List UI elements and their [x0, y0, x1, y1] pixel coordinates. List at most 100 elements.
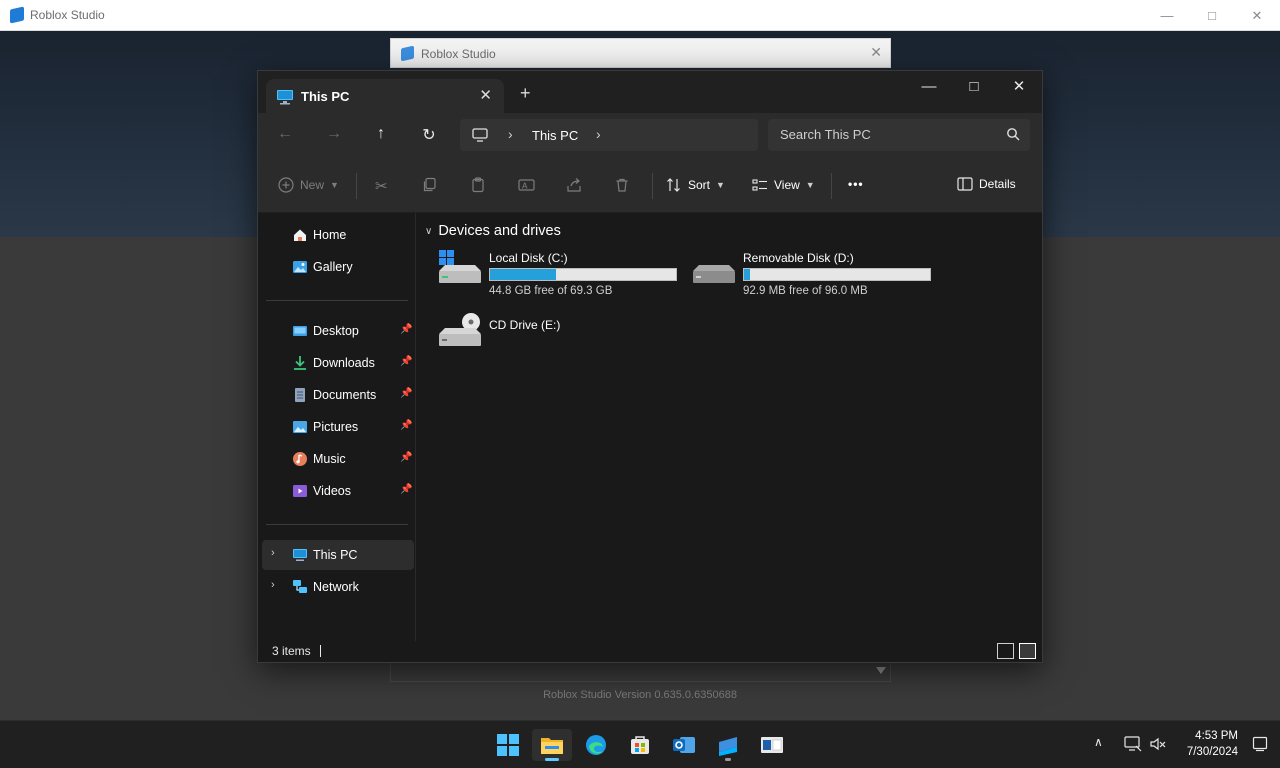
details-view-toggle[interactable] — [997, 643, 1014, 659]
outlook-icon — [673, 737, 695, 753]
devices-and-drives-header[interactable]: ∨ Devices and drives — [425, 223, 561, 239]
details-pane-icon — [957, 177, 973, 191]
view-button[interactable]: View ▼ — [752, 177, 815, 193]
dropdown-arrow-icon[interactable] — [876, 667, 886, 674]
delete-icon[interactable] — [614, 177, 630, 193]
network-status-icon[interactable] — [1124, 736, 1142, 752]
item-count: 3 items — [272, 644, 311, 658]
studio-titlebar: Roblox Studio — □ ✕ — [0, 0, 1280, 31]
show-hidden-icons-chevron-icon[interactable]: ∧ — [1094, 735, 1103, 749]
studio-version-text: Roblox Studio Version 0.635.0.6350688 — [543, 689, 737, 701]
taskbar-clock-time[interactable]: 4:53 PM — [1180, 730, 1238, 742]
home-icon — [294, 229, 306, 241]
desktop-folder-icon — [293, 326, 307, 336]
group-header-label: Devices and drives — [438, 223, 561, 239]
taskbar-roblox-app[interactable] — [752, 729, 792, 761]
refresh-icon[interactable]: ↻ — [417, 125, 441, 147]
explorer-maximize-button[interactable]: □ — [951, 71, 997, 101]
taskbar-roblox-studio[interactable] — [708, 729, 748, 761]
studio-close-button[interactable]: ✕ — [1234, 0, 1280, 31]
sidebar-divider — [266, 300, 408, 301]
search-input[interactable] — [780, 127, 980, 142]
explorer-minimize-button[interactable]: — — [906, 71, 952, 101]
drive-item-e[interactable]: CD Drive (E:) — [437, 312, 687, 362]
drive-capacity-bar — [489, 268, 677, 281]
explorer-close-button[interactable]: ✕ — [996, 71, 1042, 101]
share-icon[interactable] — [566, 177, 582, 193]
chevron-right-icon[interactable]: › — [271, 579, 275, 591]
search-box[interactable] — [768, 119, 1030, 151]
taskbar-file-explorer[interactable] — [532, 729, 572, 761]
this-pc-icon — [293, 549, 307, 561]
breadcrumb-chevron-icon[interactable]: › — [508, 126, 513, 142]
taskbar-clock-date[interactable]: 7/30/2024 — [1174, 746, 1238, 758]
sidebar-item-videos[interactable]: Videos 📌 — [262, 476, 414, 506]
pin-icon[interactable]: 📌 — [400, 484, 412, 495]
cut-icon[interactable]: ✂ — [375, 177, 388, 195]
pin-icon[interactable]: 📌 — [400, 452, 412, 463]
splash-close-button[interactable]: ✕ — [870, 44, 882, 61]
start-button[interactable] — [488, 729, 528, 761]
sidebar-item-pictures[interactable]: Pictures 📌 — [262, 412, 414, 442]
toolbar-divider — [356, 173, 357, 199]
search-icon — [1007, 128, 1020, 141]
drive-item-d[interactable]: Removable Disk (D:) 92.9 MB free of 96.0… — [691, 249, 941, 299]
sort-button[interactable]: Sort ▼ — [666, 177, 725, 193]
new-button[interactable]: New ▼ — [278, 177, 339, 193]
notifications-icon[interactable] — [1252, 736, 1268, 752]
forward-arrow-icon[interactable]: → — [322, 125, 346, 147]
tab-this-pc[interactable]: This PC ✕ — [266, 79, 504, 113]
cd-drive-icon — [439, 313, 481, 346]
sidebar-item-documents[interactable]: Documents 📌 — [262, 380, 414, 410]
copy-icon[interactable] — [422, 177, 438, 193]
drive-free-space: 92.9 MB free of 96.0 MB — [743, 285, 868, 297]
studio-minimize-button[interactable]: — — [1144, 0, 1190, 31]
sidebar-item-network[interactable]: › Network — [262, 572, 414, 602]
paste-icon[interactable] — [470, 177, 486, 193]
large-icons-view-toggle[interactable] — [1019, 643, 1036, 659]
sidebar-item-this-pc[interactable]: › This PC — [262, 540, 414, 570]
new-tab-button[interactable]: + — [520, 83, 531, 104]
chevron-right-icon[interactable]: › — [271, 547, 275, 559]
tab-close-icon[interactable]: ✕ — [479, 86, 492, 104]
taskbar-store[interactable] — [620, 729, 660, 761]
splash-footer — [390, 662, 891, 682]
network-icon — [293, 580, 307, 593]
sidebar-item-downloads[interactable]: Downloads 📌 — [262, 348, 414, 378]
volume-muted-icon[interactable] — [1149, 736, 1167, 752]
toolbar-divider — [831, 173, 832, 199]
sidebar-item-gallery[interactable]: Gallery — [262, 252, 414, 282]
monitor-icon — [472, 128, 488, 142]
details-button[interactable]: Details — [957, 177, 1016, 191]
sidebar-item-home[interactable]: Home — [262, 220, 414, 250]
studio-maximize-button[interactable]: □ — [1189, 0, 1235, 31]
splash-title: Roblox Studio — [421, 47, 496, 61]
sidebar-item-label: This PC — [313, 548, 358, 562]
sidebar-item-label: Videos — [313, 484, 351, 498]
pin-icon[interactable]: 📌 — [400, 356, 412, 367]
back-arrow-icon[interactable]: ← — [273, 125, 297, 147]
drive-name: Removable Disk (D:) — [743, 251, 854, 265]
drive-item-c[interactable]: Local Disk (C:) 44.8 GB free of 69.3 GB — [437, 249, 687, 299]
sort-label: Sort — [688, 178, 711, 192]
chevron-down-icon: ▼ — [330, 180, 339, 190]
sidebar-item-label: Pictures — [313, 420, 359, 434]
pin-icon[interactable]: 📌 — [400, 324, 412, 335]
tab-bar: This PC ✕ + — □ ✕ — [258, 71, 1042, 113]
breadcrumb-chevron-icon[interactable]: › — [596, 126, 601, 142]
sidebar-item-desktop[interactable]: Desktop 📌 — [262, 316, 414, 346]
address-bar[interactable]: › This PC › — [460, 119, 758, 151]
pictures-folder-icon — [293, 421, 307, 433]
sidebar-item-music[interactable]: Music 📌 — [262, 444, 414, 474]
taskbar-outlook[interactable] — [664, 729, 704, 761]
more-options-button[interactable]: ••• — [848, 177, 864, 191]
command-bar: New ▼ ✂ A Sort ▼ View ▼ ••• Details — [258, 159, 1042, 213]
taskbar-edge[interactable] — [576, 729, 616, 761]
pin-icon[interactable]: 📌 — [400, 420, 412, 431]
sidebar-item-label: Desktop — [313, 324, 359, 338]
up-arrow-icon[interactable]: ↑ — [369, 125, 393, 147]
pin-icon[interactable]: 📌 — [400, 388, 412, 399]
music-folder-icon — [293, 452, 307, 466]
breadcrumb-this-pc[interactable]: This PC — [532, 128, 578, 143]
rename-icon[interactable]: A — [518, 177, 535, 193]
